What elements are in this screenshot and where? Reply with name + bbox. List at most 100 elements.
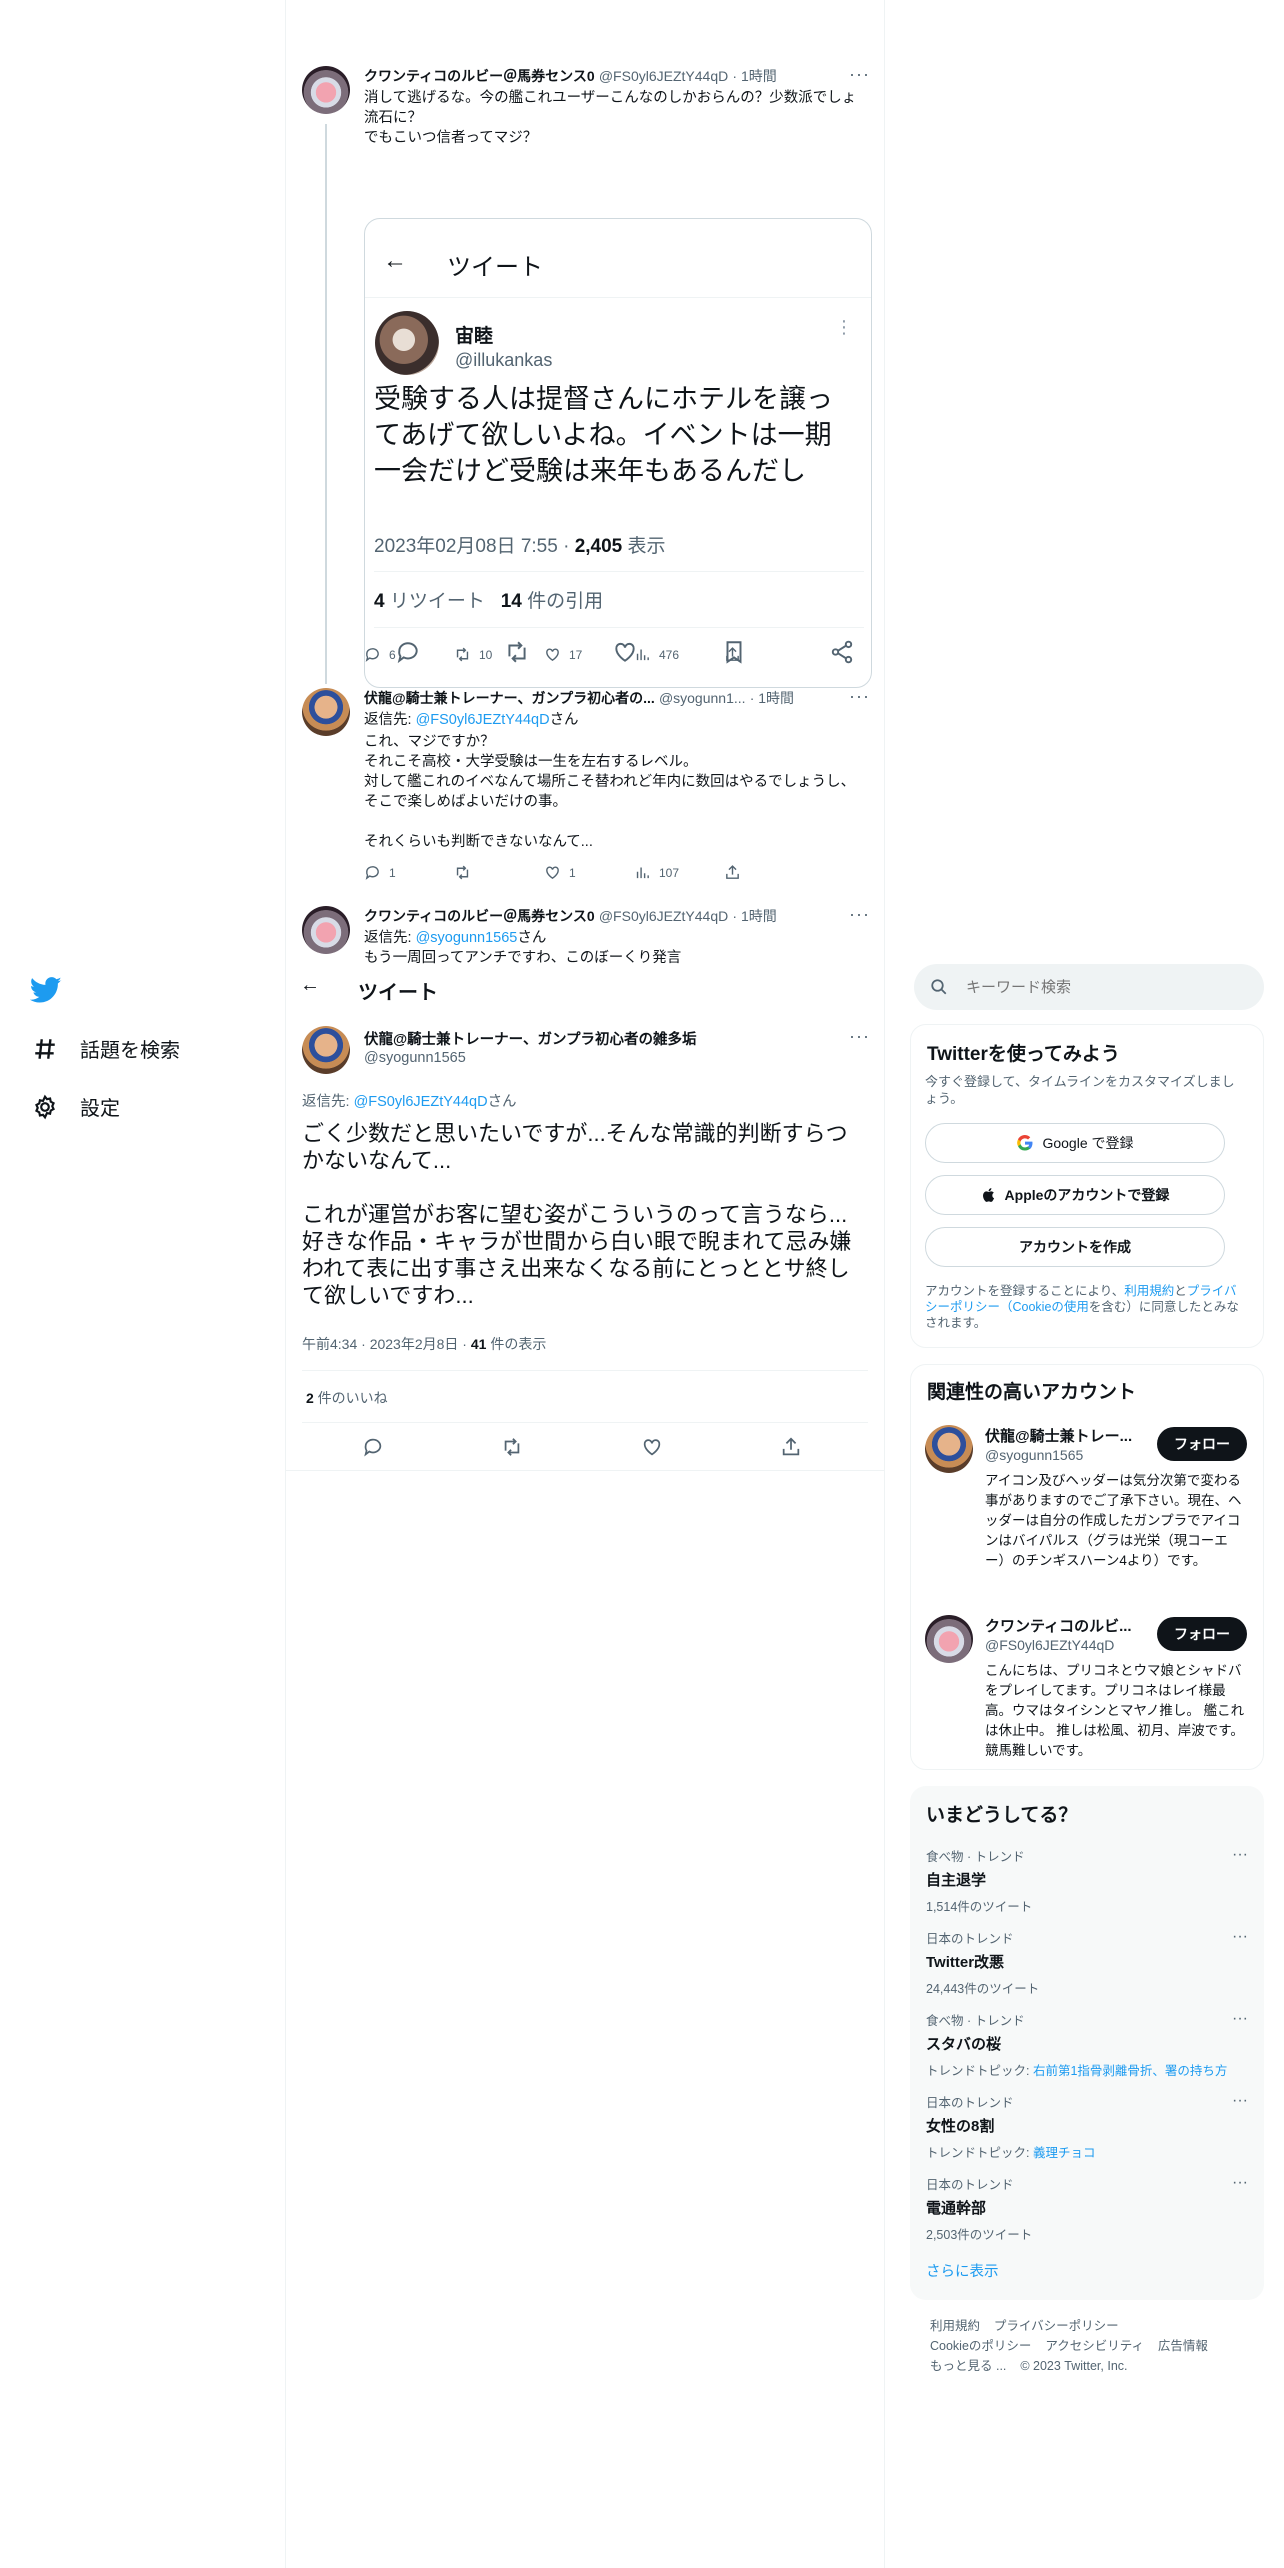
account-name[interactable]: クワンティコのルビ... [985,1615,1132,1636]
author-handle[interactable]: @FS0yl6JEZtY44qD [599,908,728,924]
follow-button[interactable]: フォロー [1157,1617,1247,1651]
share-icon[interactable] [829,639,855,665]
card-quote-label[interactable]: 件の引用 [522,591,603,612]
tweet-time[interactable]: · 1時間 [732,68,776,84]
back-arrow-icon[interactable]: ← [383,247,407,275]
avatar[interactable] [302,1026,350,1074]
reply-to-link[interactable]: @FS0yl6JEZtY44qD [416,712,550,728]
thread-tweet[interactable]: 伏龍@騎士兼トレーナー、ガンプラ初心者の... @syogunn1... · 1… [286,678,884,896]
apple-signup-button[interactable]: Appleのアカウントで登録 [925,1175,1225,1215]
embedded-tweet-card[interactable]: ← ツイート 宙睦 @illukankas ⋮ 受験する人は提督さんにホテルを譲… [364,218,872,688]
avatar[interactable] [925,1425,973,1473]
retweet-icon[interactable] [501,1436,523,1458]
footer-row: もっと見る ... © 2023 Twitter, Inc. [930,2356,1260,2376]
card-retweet-count[interactable]: 4 [374,591,385,612]
account-handle[interactable]: @FS0yl6JEZtY44qD [985,1637,1114,1653]
views-button[interactable]: 476 [634,646,724,663]
reply-button[interactable]: 6 [364,646,454,663]
author-name[interactable]: 伏龍@騎士兼トレーナー、ガンプラ初心者の雑多垢 [364,1028,697,1049]
more-icon[interactable]: ··· [1232,2010,1248,2028]
more-icon[interactable]: ··· [849,904,870,925]
like-button[interactable]: 17 [544,646,634,663]
heart-icon[interactable] [641,1436,663,1458]
trend-item[interactable]: 日本のトレンド 電通幹部 2,503件のツイート ··· [926,2174,1248,2243]
share-button[interactable] [724,646,814,663]
retweet-button[interactable] [454,864,544,881]
reply-button[interactable]: 1 [364,864,454,881]
author-handle[interactable]: @illukankas [455,350,552,371]
avatar[interactable] [302,66,350,114]
trend-topic-link[interactable]: 右前第1指骨剥離骨折、署の持ち方 [1033,2064,1227,2078]
google-signup-button[interactable]: Google で登録 [925,1123,1225,1163]
tweet-time[interactable]: · 1時間 [732,908,776,924]
reply-to-link[interactable]: @syogunn1565 [416,930,518,946]
trend-category: 日本のトレンド [926,1932,1014,1946]
share-icon[interactable] [780,1436,802,1458]
trend-item[interactable]: 日本のトレンド 女性の8割 トレンドトピック: 義理チョコ ··· [926,2092,1248,2161]
card-retweet-label[interactable]: リツイート [385,591,485,612]
more-icon[interactable]: ··· [849,1026,870,1047]
footer-link[interactable]: 利用規約 [930,2319,980,2333]
more-icon[interactable]: ··· [849,686,870,707]
follow-button[interactable]: フォロー [1157,1427,1247,1461]
author-name[interactable]: クワンティコのルビー＠馬券センス0 [364,908,595,924]
search-input[interactable] [914,964,1264,1010]
more-icon[interactable]: ··· [1232,2092,1248,2110]
more-icon[interactable]: ··· [1232,1846,1248,1864]
reply-to-link[interactable]: @FS0yl6JEZtY44qD [354,1094,488,1110]
thread-tweet[interactable]: クワンティコのルビー＠馬券センス0 @FS0yl6JEZtY44qD · 1時間… [286,58,884,688]
divider [374,571,864,572]
avatar[interactable] [925,1615,973,1663]
thread-tweet[interactable]: クワンティコのルビー＠馬券センス0 @FS0yl6JEZtY44qD · 1時間… [286,896,884,964]
terms-link[interactable]: 利用規約 [1124,1284,1174,1298]
create-account-button[interactable]: アカウントを作成 [925,1227,1225,1267]
footer-row: 利用規約 プライバシーポリシー [930,2316,1260,2336]
author-name[interactable]: 宙睦 [455,321,493,348]
footer-link[interactable]: アクセシビリティ [1045,2339,1144,2353]
reply-icon[interactable] [362,1436,384,1458]
share-button[interactable] [724,864,814,881]
account-card[interactable]: クワンティコのルビ... @FS0yl6JEZtY44qD フォロー こんにちは… [911,1611,1263,1761]
footer-more-link[interactable]: もっと見る ... [930,2359,1006,2373]
card-date: 2023年02月08日 7:55 · [374,536,575,557]
author-handle[interactable]: @syogunn1... [659,690,746,706]
avatar[interactable] [302,688,350,736]
show-more-link[interactable]: さらに表示 [926,2260,999,2281]
footer-link[interactable]: プライバシーポリシー [994,2319,1119,2333]
footer-link[interactable]: Cookieのポリシー [930,2339,1031,2353]
trend-topic-link[interactable]: 義理チョコ [1033,2146,1096,2160]
account-handle[interactable]: @syogunn1565 [985,1447,1083,1463]
trend-item[interactable]: 食べ物 · トレンド スタバの桜 トレンドトピック: 右前第1指骨剥離骨折、署の… [926,2010,1248,2079]
more-icon[interactable]: ··· [1232,1928,1248,1946]
account-name[interactable]: 伏龍@騎士兼トレー... [985,1425,1132,1446]
account-card[interactable]: 伏龍@騎士兼トレー... @syogunn1565 フォロー アイコン及びヘッダ… [911,1421,1263,1591]
more-icon[interactable]: ··· [1232,2174,1248,2192]
retweet-button[interactable]: 10 [454,646,544,663]
author-handle[interactable]: @FS0yl6JEZtY44qD [599,68,728,84]
trend-topics: トレンドトピック: 義理チョコ [926,2142,1248,2161]
avatar[interactable] [375,311,439,375]
card-tweet-text: 受験する人は提督さんにホテルを譲ってあげて欲しいよね。イベントは一期一会だけど受… [374,384,833,486]
nav-item-explore[interactable]: 話題を検索 [32,1034,180,1063]
search-field[interactable] [964,974,1244,1000]
reply-prefix: 返信先: [364,930,416,946]
trend-item[interactable]: 日本のトレンド Twitter改悪 24,443件のツイート ··· [926,1928,1248,1997]
views-button[interactable]: 107 [634,864,724,881]
card-quote-count[interactable]: 14 [501,591,522,612]
author-name[interactable]: 伏龍@騎士兼トレーナー、ガンプラ初心者の... [364,690,655,706]
more-icon[interactable]: ··· [849,64,870,85]
more-icon[interactable]: ⋮ [835,317,853,338]
back-arrow-icon[interactable]: ← [300,974,320,997]
twitter-logo-icon[interactable] [29,974,62,1006]
author-handle[interactable]: @syogunn1565 [364,1050,466,1066]
tweet-time[interactable]: · 1時間 [750,690,794,706]
like-button[interactable]: 1 [544,864,634,881]
nav-item-settings[interactable]: 設定 [32,1092,120,1121]
likes-summary[interactable]: 2 件のいいね [306,1388,388,1408]
footer-link[interactable]: 広告情報 [1158,2339,1208,2353]
tweet-timestamp[interactable]: 午前4:34 · 2023年2月8日 · [302,1336,471,1352]
trend-item[interactable]: 食べ物 · トレンド 自主退学 1,514件のツイート ··· [926,1846,1248,1915]
likes-label: 件のいいね [313,1390,388,1406]
author-name[interactable]: クワンティコのルビー＠馬券センス0 [364,68,595,84]
avatar[interactable] [302,906,350,954]
